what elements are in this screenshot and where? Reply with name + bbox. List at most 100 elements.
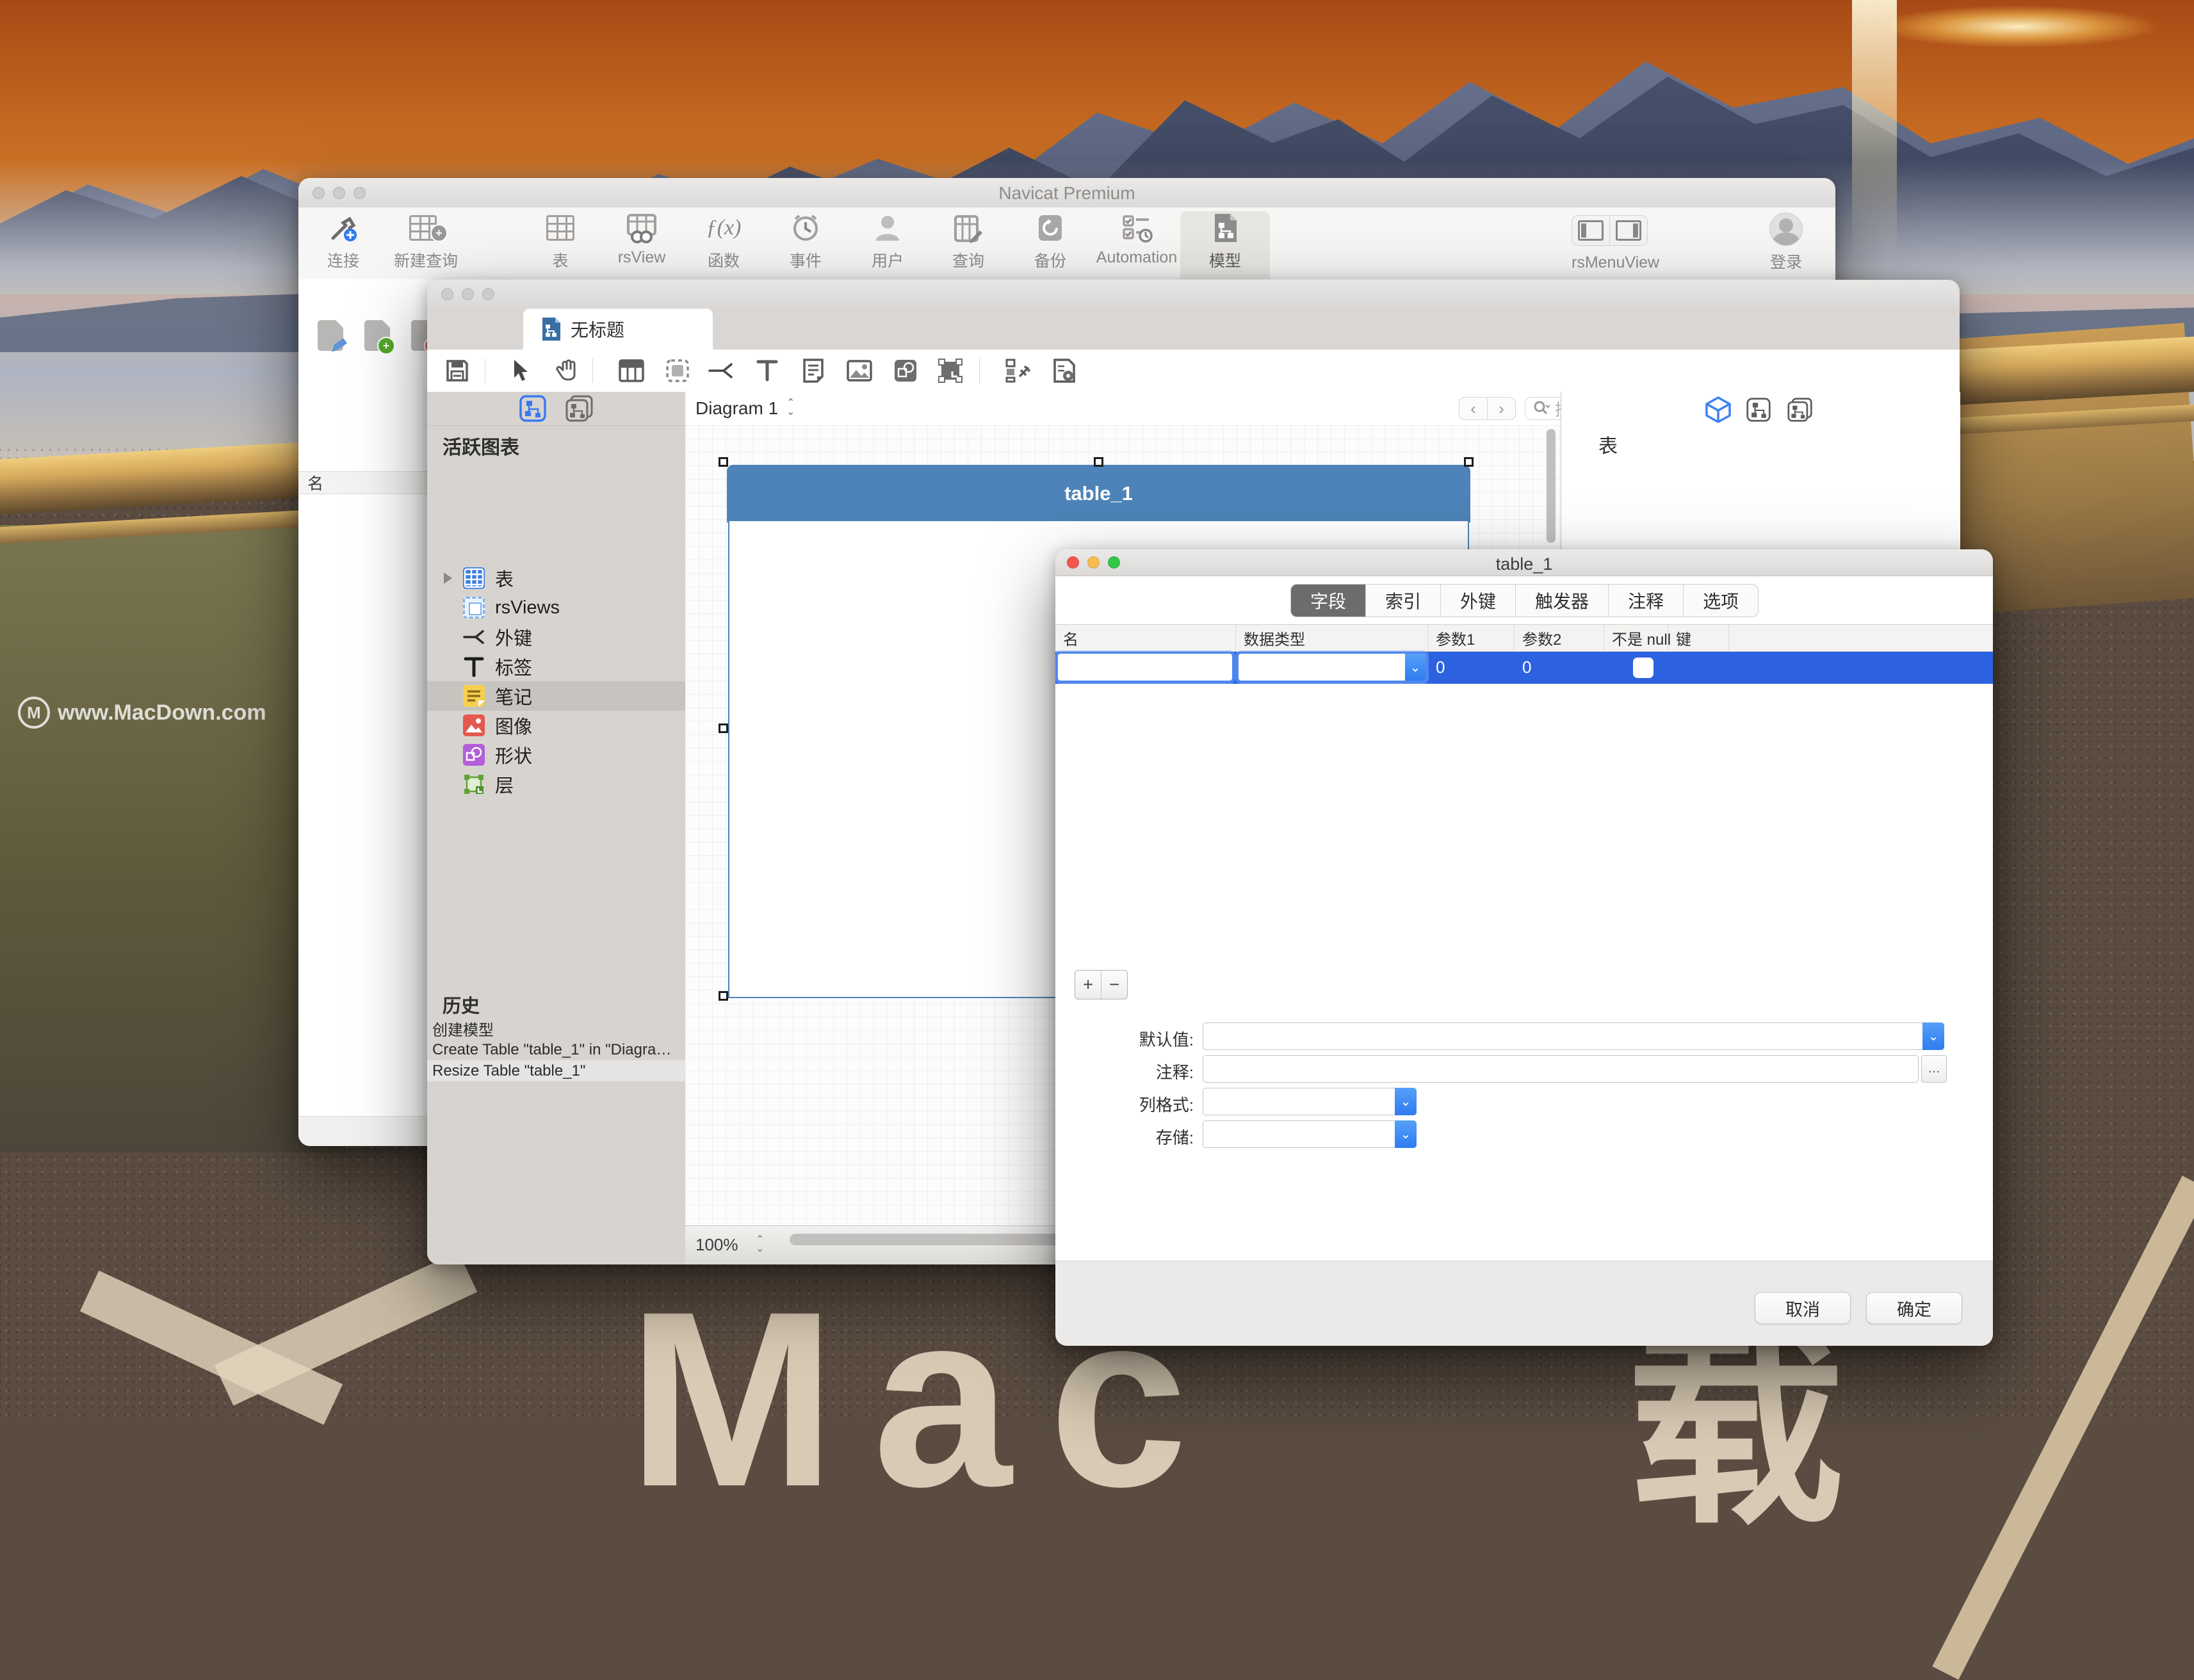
model-button[interactable]: 模型 — [1180, 211, 1270, 279]
column-header-key[interactable]: 键 — [1668, 625, 1729, 651]
sidebar-item-views[interactable]: rsViews — [427, 593, 685, 622]
new-label-tool-button[interactable] — [750, 355, 784, 387]
close-button[interactable] — [441, 288, 453, 300]
new-note-tool-button[interactable] — [796, 355, 831, 387]
right-pane-toggle-button[interactable] — [1609, 216, 1647, 245]
tab-foreign-keys[interactable]: 外键 — [1440, 585, 1515, 617]
column-header-spacer — [1729, 625, 1993, 651]
save-button[interactable] — [440, 355, 475, 387]
chevron-down-icon[interactable]: ⌄ — [1922, 1022, 1944, 1050]
table-button[interactable]: 表 — [516, 211, 605, 275]
tab-fields[interactable]: 字段 — [1291, 585, 1365, 617]
rsmenuview-buttons[interactable] — [1572, 215, 1648, 246]
field-type-combo[interactable]: ⌄ — [1239, 654, 1426, 681]
column-header-not-null[interactable]: 不是 null — [1604, 625, 1668, 651]
storage-combo[interactable]: ⌄ — [1203, 1120, 1417, 1148]
model-cube-icon[interactable] — [1704, 396, 1732, 424]
new-model-button[interactable]: + — [362, 319, 395, 355]
query-button[interactable]: 查询 — [923, 211, 1013, 275]
comment-more-button[interactable]: … — [1921, 1055, 1947, 1083]
default-value-combo[interactable]: ⌄ — [1203, 1022, 1944, 1050]
resize-handle-mid-left[interactable] — [719, 723, 728, 733]
zoom-button[interactable] — [482, 288, 494, 300]
new-query-button[interactable]: + 新建查询 — [381, 211, 471, 275]
forward-button[interactable]: › — [1487, 398, 1515, 419]
chevron-down-icon[interactable]: ⌄ — [1405, 654, 1426, 681]
diagrams-tab-icon[interactable] — [565, 394, 594, 423]
auto-layout-button[interactable] — [1001, 355, 1036, 387]
sidebar-item-images[interactable]: 图像 — [427, 711, 685, 740]
field-row-selected[interactable]: ⌄ 0 0 — [1055, 652, 1993, 684]
diagram-panel-icon[interactable] — [1746, 397, 1771, 423]
tab-indexes[interactable]: 索引 — [1365, 585, 1440, 617]
function-button[interactable]: ƒ(x) 函数 — [679, 211, 768, 275]
remove-field-button[interactable]: − — [1101, 971, 1127, 999]
zoom-stepper[interactable]: ⌃ ⌄ — [756, 1236, 764, 1253]
diagram-tab-icon[interactable] — [519, 394, 547, 423]
automation-button[interactable]: Automation — [1089, 211, 1185, 275]
history-item-selected[interactable]: Resize Table "table_1" — [427, 1060, 685, 1081]
chevron-down-icon[interactable]: ⌄ — [1395, 1088, 1417, 1115]
diagram-stepper[interactable]: ⌃ ⌄ — [786, 400, 795, 416]
new-table-tool-button[interactable] — [614, 355, 649, 387]
back-button[interactable]: ‹ — [1459, 398, 1487, 419]
param1-value[interactable]: 0 — [1436, 658, 1445, 677]
column-format-combo[interactable]: ⌄ — [1203, 1088, 1417, 1115]
sidebar-item-tables[interactable]: 表 — [427, 563, 685, 593]
left-pane-toggle-button[interactable] — [1572, 216, 1609, 245]
sidebar-item-notes[interactable]: 笔记 — [427, 681, 685, 711]
column-header-name[interactable]: 名 — [1055, 625, 1236, 651]
diagram-selector[interactable]: Diagram 1 — [695, 398, 778, 419]
select-tool-button[interactable] — [503, 355, 537, 387]
history-item[interactable]: 创建模型 — [427, 1018, 685, 1039]
resize-handle-top-right[interactable] — [1464, 457, 1474, 467]
event-button[interactable]: 事件 — [761, 211, 850, 275]
disclosure-triangle-icon[interactable] — [444, 572, 452, 584]
user-button[interactable]: 用户 — [843, 211, 932, 275]
diagram-name-label: Diagram 1 — [695, 398, 778, 418]
new-image-tool-button[interactable] — [842, 355, 877, 387]
field-name-input[interactable] — [1058, 654, 1232, 681]
param2-value[interactable]: 0 — [1522, 658, 1531, 677]
comment-input[interactable] — [1203, 1055, 1919, 1083]
login-button[interactable]: 登录 — [1769, 213, 1803, 273]
new-foreign-key-tool-button[interactable] — [704, 355, 738, 387]
new-view-tool-button[interactable] — [660, 355, 695, 387]
sidebar-item-foreign-keys[interactable]: 外键 — [427, 622, 685, 652]
pan-tool-button[interactable] — [550, 355, 585, 387]
history-item[interactable]: Create Table "table_1" in "Diagra… — [427, 1039, 685, 1060]
add-field-button[interactable]: + — [1075, 971, 1101, 999]
diagrams-panel-icon[interactable] — [1787, 397, 1814, 423]
new-layer-tool-button[interactable] — [933, 355, 968, 387]
backup-button[interactable]: 备份 — [1005, 211, 1095, 275]
minimize-button[interactable] — [462, 288, 474, 300]
sidebar-item-layers[interactable]: 层 — [427, 770, 685, 799]
main-titlebar[interactable]: Navicat Premium — [298, 178, 1835, 208]
column-header-param2[interactable]: 参数2 — [1515, 625, 1604, 651]
tab-untitled[interactable]: 无标题 — [523, 309, 713, 350]
tab-triggers[interactable]: 触发器 — [1515, 585, 1608, 617]
canvas-vertical-scrollbar[interactable] — [1547, 429, 1556, 543]
tab-comment[interactable]: 注释 — [1608, 585, 1683, 617]
resize-handle-bottom-left[interactable] — [719, 991, 728, 1001]
new-shape-tool-button[interactable] — [888, 355, 923, 387]
resize-handle-top-left[interactable] — [719, 457, 728, 467]
tab-options[interactable]: 选项 — [1683, 585, 1758, 617]
cancel-button[interactable]: 取消 — [1755, 1292, 1851, 1324]
not-null-checkbox[interactable] — [1633, 658, 1654, 678]
sidebar-item-shapes[interactable]: 形状 — [427, 740, 685, 770]
preview-button[interactable] — [1047, 355, 1082, 387]
chevron-down-icon[interactable]: ⌄ — [1395, 1120, 1417, 1148]
view-button[interactable]: rsView — [597, 211, 687, 275]
window-controls[interactable] — [441, 288, 494, 300]
dialog-titlebar[interactable]: table_1 — [1055, 549, 1993, 576]
sidebar-item-labels[interactable]: 标签 — [427, 652, 685, 681]
connection-button[interactable]: 连接 — [298, 211, 388, 275]
edit-model-button[interactable] — [315, 319, 348, 355]
ok-button[interactable]: 确定 — [1866, 1292, 1962, 1324]
model-titlebar[interactable] — [427, 280, 1960, 309]
resize-handle-top-mid[interactable] — [1094, 457, 1103, 467]
canvas-table-object[interactable]: table_1 — [728, 466, 1469, 521]
column-header-type[interactable]: 数据类型 — [1236, 625, 1428, 651]
column-header-param1[interactable]: 参数1 — [1428, 625, 1515, 651]
